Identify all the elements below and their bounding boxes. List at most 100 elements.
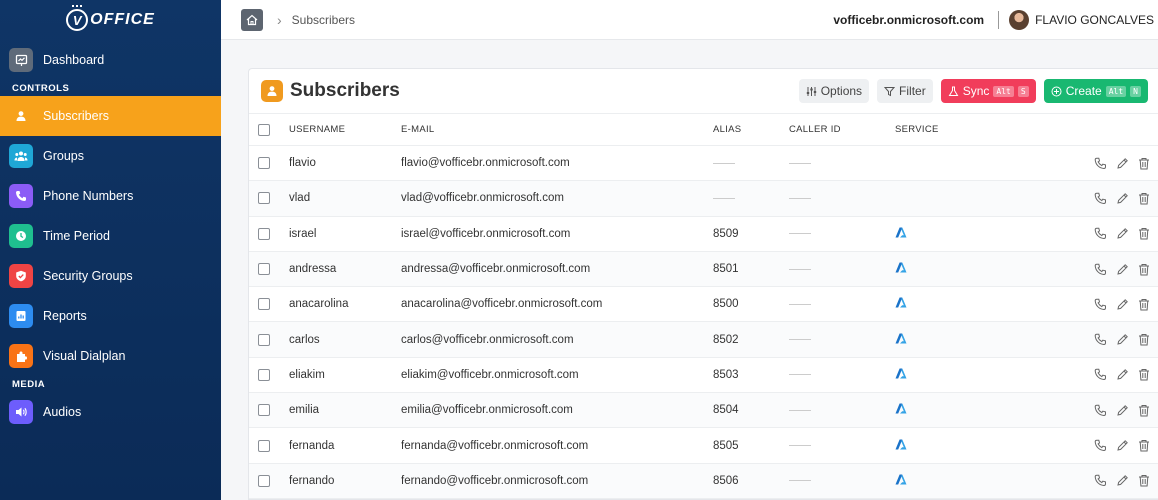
shield-icon: [9, 264, 33, 288]
column-service[interactable]: SERVICE: [895, 113, 1075, 146]
pencil-icon[interactable]: [1116, 298, 1129, 311]
sidebar-item-visual-dialplan[interactable]: Visual Dialplan: [0, 336, 221, 376]
trash-icon[interactable]: [1138, 192, 1150, 205]
options-label: Options: [820, 84, 863, 98]
column-email[interactable]: E-MAIL: [401, 113, 713, 146]
empty-dash: [789, 374, 811, 376]
table-row[interactable]: anacarolina anacarolina@vofficebr.onmicro…: [249, 286, 1158, 323]
trash-icon[interactable]: [1138, 404, 1150, 417]
pencil-icon[interactable]: [1116, 439, 1129, 452]
sidebar-item-reports[interactable]: Reports: [0, 296, 221, 336]
cell-actions: [1075, 251, 1158, 288]
pencil-icon[interactable]: [1116, 333, 1129, 346]
cell-username: israel: [289, 216, 401, 252]
phone-icon[interactable]: [1094, 263, 1107, 276]
cell-actions: [1075, 180, 1158, 217]
sync-label: Sync: [962, 84, 990, 98]
flask-icon: [948, 86, 959, 96]
brand-logo[interactable]: V OFFICE: [0, 0, 221, 40]
row-checkbox[interactable]: [258, 439, 270, 452]
row-checkbox[interactable]: [258, 192, 270, 205]
subscribers-table: USERNAME E-MAIL ALIAS CALLER ID SERVICE …: [249, 113, 1158, 499]
home-button[interactable]: [241, 8, 263, 31]
phone-icon[interactable]: [1094, 227, 1107, 240]
row-checkbox[interactable]: [258, 333, 270, 346]
pencil-icon[interactable]: [1116, 263, 1129, 276]
row-checkbox[interactable]: [258, 298, 270, 311]
subscribers-panel: Subscribers Options Filter Sync Alt S Cr…: [248, 68, 1158, 500]
column-alias[interactable]: ALIAS: [713, 113, 789, 146]
row-checkbox[interactable]: [258, 157, 270, 170]
trash-icon[interactable]: [1138, 227, 1150, 240]
row-checkbox[interactable]: [258, 368, 270, 381]
sidebar-item-subscribers[interactable]: Subscribers: [0, 96, 221, 136]
empty-dash: [789, 339, 811, 341]
table-row[interactable]: andressa andressa@vofficebr.onmicrosoft.c…: [249, 251, 1158, 288]
table-row[interactable]: fernando fernando@vofficebr.onmicrosoft.c…: [249, 463, 1158, 499]
phone-icon[interactable]: [1094, 192, 1107, 205]
column-username[interactable]: USERNAME: [289, 113, 401, 146]
cell-alias: 8500: [713, 286, 789, 323]
trash-icon[interactable]: [1138, 298, 1150, 311]
row-select-cell: [249, 216, 289, 252]
cell-alias: 8509: [713, 216, 789, 252]
row-checkbox[interactable]: [258, 474, 270, 487]
trash-icon[interactable]: [1138, 439, 1150, 452]
trash-icon[interactable]: [1138, 263, 1150, 276]
sync-button[interactable]: Sync Alt S: [940, 79, 1036, 103]
row-checkbox[interactable]: [258, 404, 270, 417]
cell-actions: [1075, 286, 1158, 323]
cell-email: eliakim@vofficebr.onmicrosoft.com: [401, 357, 713, 394]
select-all-checkbox[interactable]: [258, 123, 270, 136]
trash-icon[interactable]: [1138, 368, 1150, 381]
phone-icon[interactable]: [1094, 404, 1107, 417]
table-row[interactable]: emilia emilia@vofficebr.onmicrosoft.com 85…: [249, 392, 1158, 429]
trash-icon[interactable]: [1138, 157, 1150, 170]
phone-icon[interactable]: [1094, 439, 1107, 452]
phone-icon[interactable]: [1094, 368, 1107, 381]
cell-username: vlad: [289, 180, 401, 217]
pencil-icon[interactable]: [1116, 157, 1129, 170]
sidebar-item-security-groups[interactable]: Security Groups: [0, 256, 221, 296]
filter-button[interactable]: Filter: [877, 79, 933, 103]
sidebar: V OFFICE Dashboard CONTROLS Subscribers Gro…: [0, 0, 221, 500]
table-row[interactable]: carlos carlos@vofficebr.onmicrosoft.com 85…: [249, 321, 1158, 358]
pencil-icon[interactable]: [1116, 227, 1129, 240]
top-bar: › Subscribers vofficebr.onmicrosoft.com …: [221, 0, 1158, 40]
sidebar-item-label: Dashboard: [43, 53, 105, 67]
sidebar-item-dashboard[interactable]: Dashboard: [0, 40, 221, 80]
table-row[interactable]: vlad vlad@vofficebr.onmicrosoft.com: [249, 180, 1158, 217]
row-select-cell: [249, 427, 289, 464]
breadcrumb-current[interactable]: Subscribers: [292, 13, 355, 27]
phone-icon[interactable]: [1094, 157, 1107, 170]
table-row[interactable]: eliakim eliakim@vofficebr.onmicrosoft.com…: [249, 357, 1158, 394]
sidebar-item-audios[interactable]: Audios: [0, 392, 221, 432]
pencil-icon[interactable]: [1116, 474, 1129, 487]
azure-icon: [895, 333, 907, 344]
trash-icon[interactable]: [1138, 474, 1150, 487]
pencil-icon[interactable]: [1116, 368, 1129, 381]
phone-icon[interactable]: [1094, 333, 1107, 346]
sidebar-item-label: Phone Numbers: [43, 189, 134, 203]
sidebar-item-groups[interactable]: Groups: [0, 136, 221, 176]
options-button[interactable]: Options: [798, 79, 870, 103]
create-button[interactable]: Create Alt N: [1043, 79, 1148, 103]
row-checkbox[interactable]: [258, 263, 270, 276]
user-name[interactable]: FLAVIO GONCALVES: [1035, 13, 1154, 27]
phone-icon[interactable]: [1094, 474, 1107, 487]
pencil-icon[interactable]: [1116, 404, 1129, 417]
avatar[interactable]: [1009, 9, 1030, 30]
sidebar-item-phone-numbers[interactable]: Phone Numbers: [0, 176, 221, 216]
cell-service: [895, 286, 1075, 323]
cell-email: fernando@vofficebr.onmicrosoft.com: [401, 463, 713, 499]
table-row[interactable]: flavio flavio@vofficebr.onmicrosoft.com: [249, 145, 1158, 182]
pencil-icon[interactable]: [1116, 192, 1129, 205]
sidebar-item-time-period[interactable]: Time Period: [0, 216, 221, 256]
alias-value: 8504: [713, 404, 739, 417]
column-caller-id[interactable]: CALLER ID: [789, 113, 895, 146]
table-row[interactable]: israel israel@vofficebr.onmicrosoft.com 85…: [249, 216, 1158, 252]
trash-icon[interactable]: [1138, 333, 1150, 346]
row-checkbox[interactable]: [258, 227, 270, 240]
table-row[interactable]: fernanda fernanda@vofficebr.onmicrosoft.c…: [249, 427, 1158, 464]
phone-icon[interactable]: [1094, 298, 1107, 311]
